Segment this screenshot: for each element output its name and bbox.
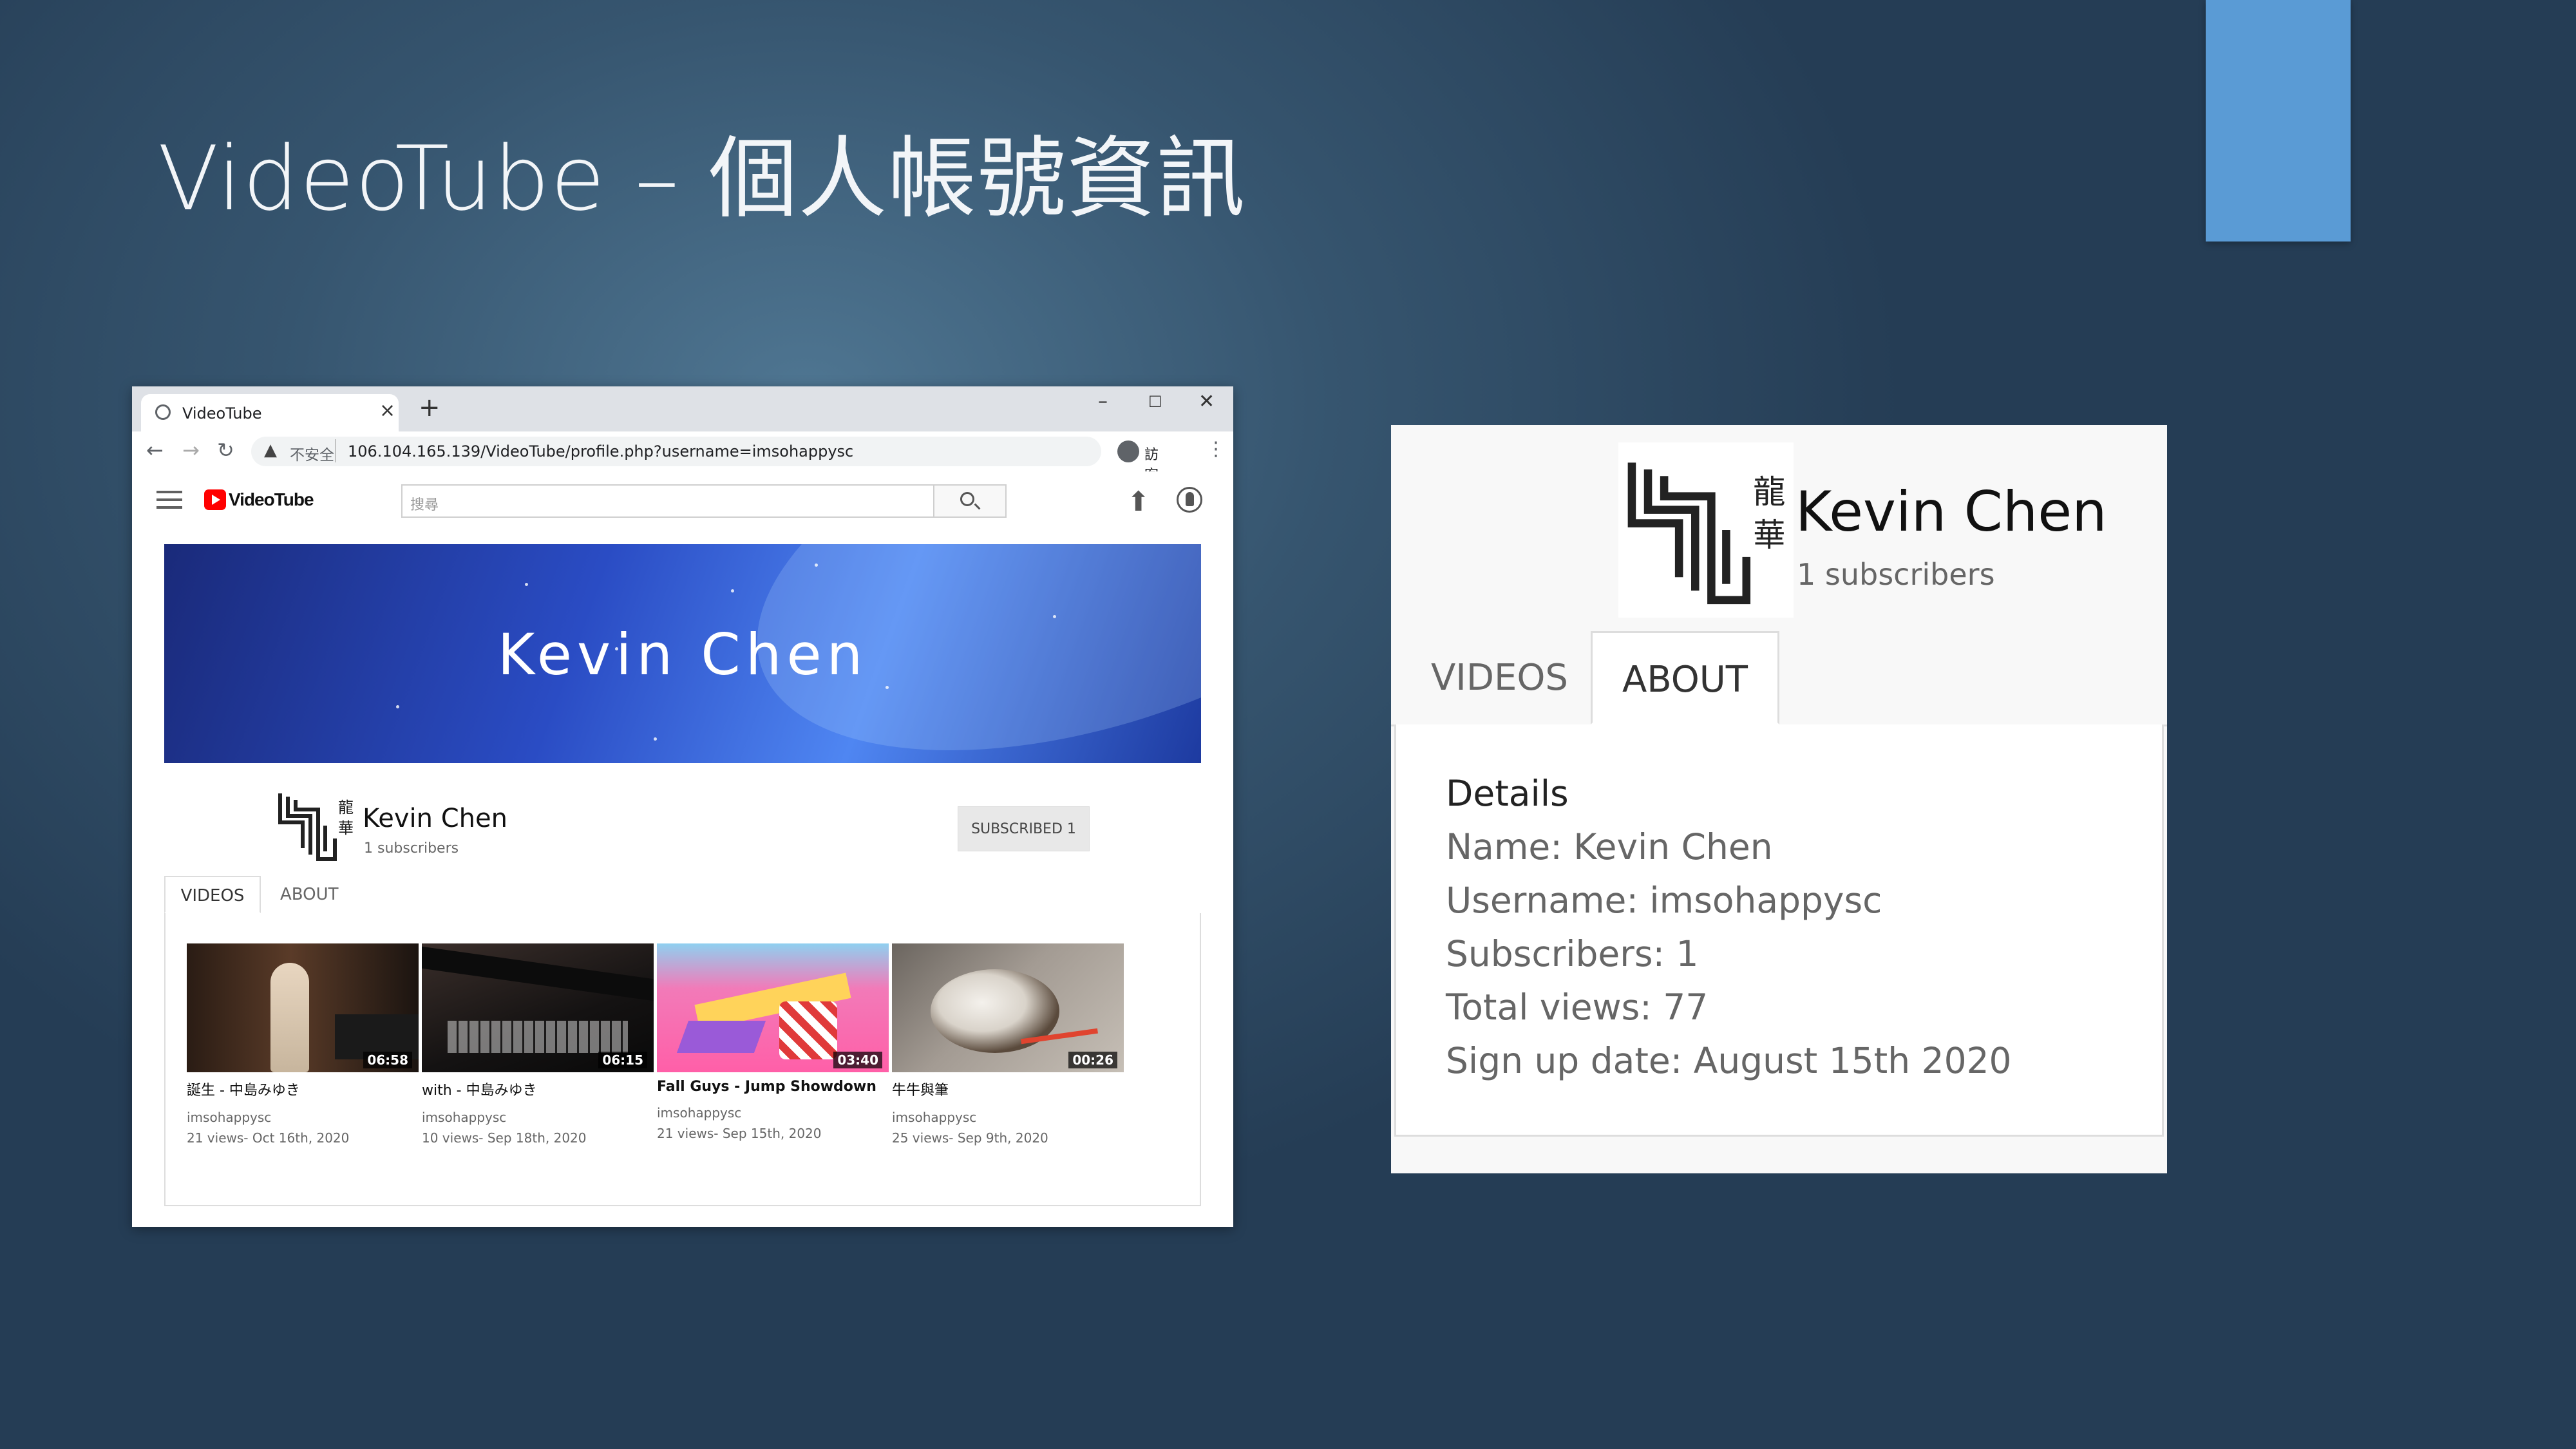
browser-tab[interactable]: VideoTube × [141,394,399,431]
video-channel[interactable]: imsohappysc [657,1103,889,1123]
channel-logo[interactable]: 龍 華 [274,787,357,864]
about-panel-tabs: VIDEOS ABOUT [1391,631,2167,726]
close-tab-icon[interactable]: × [379,399,395,422]
site-header: VideoTube 搜尋 ⬆ [132,471,1233,529]
address-bar[interactable]: ▲ 不安全 106.104.165.139/VideoTube/profile.… [251,437,1101,466]
slide-title: VideoTube – 個人帳號資訊 [158,127,1246,231]
avatar-icon [1117,440,1139,462]
svg-text:華: 華 [1753,516,1785,554]
menu-kebab-icon[interactable]: ⋮ [1206,438,1226,460]
subscribe-button[interactable]: SUBSCRIBED 1 [958,806,1090,851]
video-thumbnail[interactable]: 03:40 [657,943,889,1072]
banner-star [525,583,528,586]
address-bar-row: ← → ↻ ▲ 不安全 106.104.165.139/VideoTube/pr… [132,431,1233,484]
search-icon [960,492,974,506]
tab-videos[interactable]: VIDEOS [1431,631,1568,724]
play-logo-icon [204,489,226,510]
minimize-button[interactable]: – [1098,390,1108,413]
accent-bar [2206,0,2351,242]
video-channel[interactable]: imsohappysc [187,1107,419,1128]
warning-icon: ▲ [264,440,277,460]
video-duration: 03:40 [833,1052,882,1068]
new-tab-button[interactable]: + [419,393,440,422]
banner-star [1053,615,1056,618]
back-icon[interactable]: ← [146,438,164,462]
hamburger-menu-icon[interactable] [156,491,182,514]
url-text: 106.104.165.139/VideoTube/profile.php?us… [348,442,854,460]
svg-text:龍: 龍 [1753,473,1785,511]
video-thumbnail[interactable]: 06:15 [422,943,654,1072]
video-card[interactable]: 06:15 with - 中島みゆき imsohappysc 10 views- … [422,943,654,1148]
account-icon[interactable] [1177,487,1202,513]
channel-name: Kevin Chen [363,804,507,833]
channel-subscribers: 1 subscribers [364,840,459,857]
banner-star [396,705,399,708]
thumbnail-keys [448,1021,628,1053]
about-channel-subscribers: 1 subscribers [1797,557,1995,592]
video-channel[interactable]: imsohappysc [892,1107,1124,1128]
forward-icon[interactable]: → [182,438,200,462]
video-thumbnail[interactable]: 00:26 [892,943,1124,1072]
thumbnail-figure [270,963,309,1072]
close-window-button[interactable]: ✕ [1198,390,1215,413]
svg-text:華: 華 [338,819,354,837]
channel-tabs: VIDEOS ABOUT [164,876,1201,914]
video-duration: 06:15 [598,1052,647,1068]
about-channel-name: Kevin Chen [1795,480,2107,544]
tab-videos[interactable]: VIDEOS [164,876,261,913]
thumbnail-block [779,1001,837,1059]
site-logo[interactable]: VideoTube [204,489,314,510]
svg-text:龍: 龍 [338,799,354,817]
video-title[interactable]: 牛牛與筆 [892,1079,1124,1099]
browser-window: VideoTube × + – ☐ ✕ ← → ↻ ▲ 不安全 106.104.… [132,386,1233,1227]
search-input[interactable]: 搜尋 [410,493,439,514]
video-card[interactable]: 00:26 牛牛與筆 imsohappysc 25 views- Sep 9th,… [892,943,1124,1148]
banner-star [654,737,657,741]
detail-username: Username: imsohappysc [1446,880,1882,921]
banner-star [815,564,818,567]
video-duration: 06:58 [363,1052,412,1068]
about-details-box: Details Name: Kevin Chen Username: imsoh… [1394,724,2164,1137]
video-card[interactable]: 03:40 Fall Guys - Jump Showdown imsohapp… [657,943,889,1144]
reload-icon[interactable]: ↻ [217,438,234,462]
about-channel-logo: 龍 華 [1618,442,1794,618]
banner-channel-name: Kevin Chen [497,621,868,688]
video-title[interactable]: 誕生 - 中島みゆき [187,1079,419,1099]
browser-titlebar: VideoTube × + – ☐ ✕ [132,386,1233,431]
details-heading: Details [1446,773,1569,814]
globe-icon [155,404,171,420]
video-meta: 10 views- Sep 18th, 2020 [422,1130,587,1146]
about-panel: 龍 華 Kevin Chen 1 subscribers VIDEOS ABOU… [1391,425,2167,1173]
video-meta: 21 views- Sep 15th, 2020 [657,1126,822,1141]
search-button[interactable] [933,486,1005,516]
channel-banner: Kevin Chen [164,544,1201,763]
video-card[interactable]: 06:58 誕生 - 中島みゆき imsohappysc 21 views- Oc… [187,943,419,1148]
video-duration: 00:26 [1068,1052,1117,1068]
site-logo-text: VideoTube [229,489,314,509]
detail-subscribers: Subscribers: 1 [1446,933,1699,974]
thumbnail-platform [676,1021,766,1053]
detail-signup-date: Sign up date: August 15th 2020 [1446,1040,2012,1081]
maximize-button[interactable]: ☐ [1148,393,1162,411]
video-meta: 21 views- Oct 16th, 2020 [187,1130,350,1146]
thumbnail-keyboard [422,946,654,1001]
video-meta: 25 views- Sep 9th, 2020 [892,1130,1048,1146]
tab-about[interactable]: ABOUT [1591,631,1779,724]
video-channel[interactable]: imsohappysc [422,1107,654,1128]
detail-name: Name: Kevin Chen [1446,826,1773,867]
video-title[interactable]: Fall Guys - Jump Showdown [657,1079,889,1095]
security-label: 不安全 [290,447,334,464]
upload-icon[interactable]: ⬆ [1127,486,1150,517]
search-bar: 搜尋 [401,484,1007,518]
video-title[interactable]: with - 中島みゆき [422,1079,654,1099]
tab-title: VideoTube [182,404,262,422]
video-thumbnail[interactable]: 06:58 [187,943,419,1072]
detail-total-views: Total views: 77 [1446,987,1709,1028]
separator [335,439,336,462]
banner-star [731,589,734,592]
tab-about[interactable]: ABOUT [280,876,339,913]
